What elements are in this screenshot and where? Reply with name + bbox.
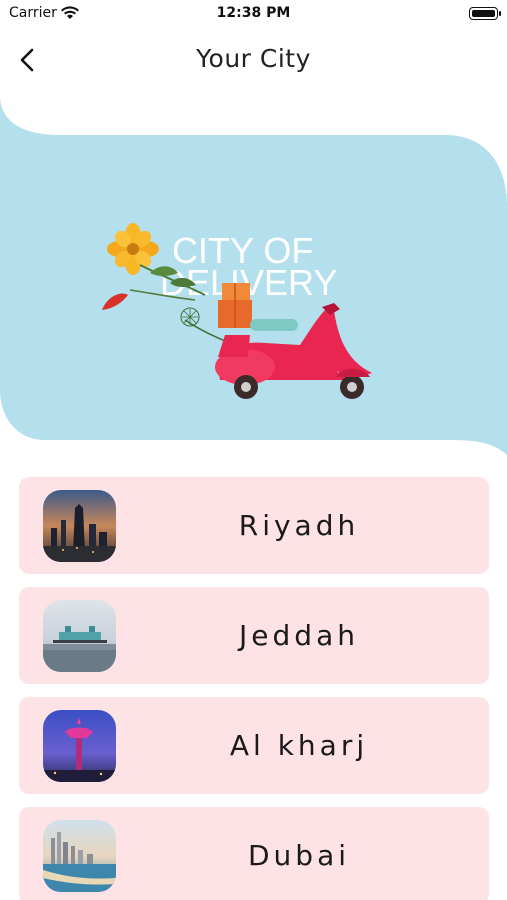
status-bar: Carrier 12:38 PM: [0, 0, 507, 28]
city-list: Riyadh Jeddah Al kharj Dubai: [19, 477, 489, 900]
dubai-marina-image: [43, 820, 116, 892]
delivery-banner: CITY OF DELIVERY: [0, 95, 507, 465]
jeddah-waterfront-image: [43, 600, 116, 672]
city-card-dubai[interactable]: Dubai: [19, 807, 489, 900]
al-kharj-tower-image: [43, 710, 116, 782]
city-name: Al kharj: [229, 729, 369, 762]
city-name: Riyadh: [238, 509, 360, 542]
city-card-al-kharj[interactable]: Al kharj: [19, 697, 489, 794]
city-name: Dubai: [247, 839, 351, 872]
riyadh-skyline-image: [43, 490, 116, 562]
city-name: Jeddah: [239, 619, 359, 652]
nav-bar: Your City: [0, 30, 507, 90]
city-card-jeddah[interactable]: Jeddah: [19, 587, 489, 684]
status-time: 12:38 PM: [216, 5, 291, 21]
page-title: Your City: [196, 44, 311, 73]
battery-icon: [469, 7, 501, 20]
city-card-riyadh[interactable]: Riyadh: [19, 477, 489, 574]
